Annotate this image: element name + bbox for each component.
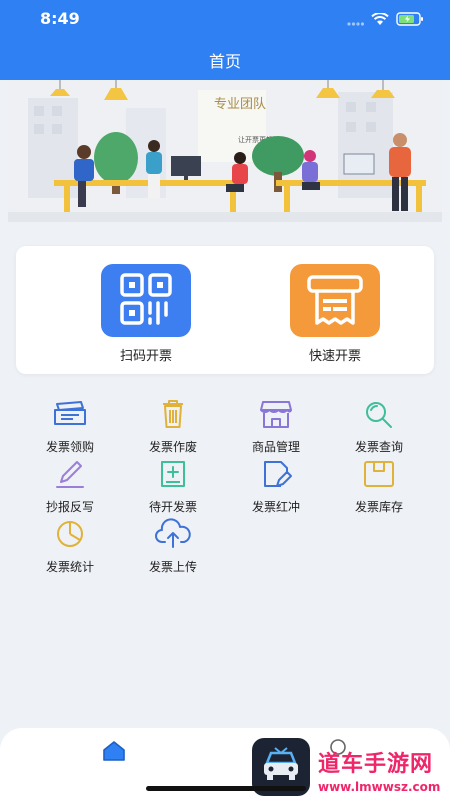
function-label: 发票红冲: [251, 500, 300, 514]
function-label: 发票库存: [354, 500, 403, 514]
invoice-void-item[interactable]: 发票作废: [123, 398, 223, 456]
function-label: 发票统计: [45, 560, 94, 574]
invoice-upload-item[interactable]: 发票上传: [123, 518, 223, 576]
main-actions-card: 扫码开票 快速开票: [16, 246, 434, 374]
banner-sign-main: 专业团队: [214, 97, 266, 112]
invoice-query-item[interactable]: 发票查询: [329, 398, 429, 456]
status-icons: [346, 11, 424, 30]
edit-document-icon: [257, 458, 295, 494]
tickets-icon: [51, 398, 89, 434]
invoice-purchase-item[interactable]: 发票领购: [20, 398, 120, 456]
invoice-printer-icon: [305, 271, 365, 331]
function-label: 发票查询: [354, 440, 403, 454]
product-management-item[interactable]: 商品管理: [226, 398, 326, 456]
watermark-text: 道车手游网 www.lmwwsz.com: [318, 746, 440, 794]
scan-invoice-button[interactable]: 扫码开票: [86, 264, 206, 364]
pencil-icon: [51, 458, 89, 494]
quick-invoice-label: 快速开票: [308, 349, 361, 364]
signal-icon: [346, 11, 365, 30]
status-time: 8:49: [40, 9, 80, 28]
invoice-inventory-item[interactable]: 发票库存: [329, 458, 429, 516]
pending-invoice-item[interactable]: 待开发票: [123, 458, 223, 516]
pie-chart-icon: [51, 518, 89, 554]
function-label: 发票作废: [148, 440, 197, 454]
battery-icon: [396, 11, 424, 30]
trash-icon: [154, 398, 192, 434]
function-label: 发票领购: [45, 440, 94, 454]
watermark-url: www.lmwwsz.com: [318, 780, 441, 794]
box-icon: [360, 458, 398, 494]
wifi-icon: [371, 11, 389, 30]
pending-invoice-icon: [154, 458, 192, 494]
tab-home[interactable]: [94, 738, 134, 768]
function-label: 待开发票: [148, 500, 197, 514]
page-title: 首页: [208, 52, 241, 71]
status-bar: 8:49: [0, 0, 450, 40]
watermark-name: 道车手游网: [318, 752, 434, 777]
scan-invoice-label: 扫码开票: [119, 349, 172, 364]
function-label: 发票上传: [148, 560, 197, 574]
report-writeback-item[interactable]: 抄报反写: [20, 458, 120, 516]
invoice-red-reversal-item[interactable]: 发票红冲: [226, 458, 326, 516]
cloud-upload-icon: [154, 518, 192, 554]
home-indicator: [146, 786, 306, 791]
quick-invoice-button[interactable]: 快速开票: [275, 264, 395, 364]
header: 8:49 首页: [0, 0, 450, 80]
office-banner: 专业团队 让开票更轻松: [8, 80, 442, 222]
search-icon: [360, 398, 398, 434]
home-icon: [101, 738, 127, 768]
store-icon: [257, 398, 295, 434]
qr-code-icon: [118, 271, 174, 331]
function-label: 抄报反写: [45, 500, 94, 514]
car-logo-icon: [259, 745, 303, 789]
invoice-statistics-item[interactable]: 发票统计: [20, 518, 120, 576]
function-label: 商品管理: [251, 440, 300, 454]
